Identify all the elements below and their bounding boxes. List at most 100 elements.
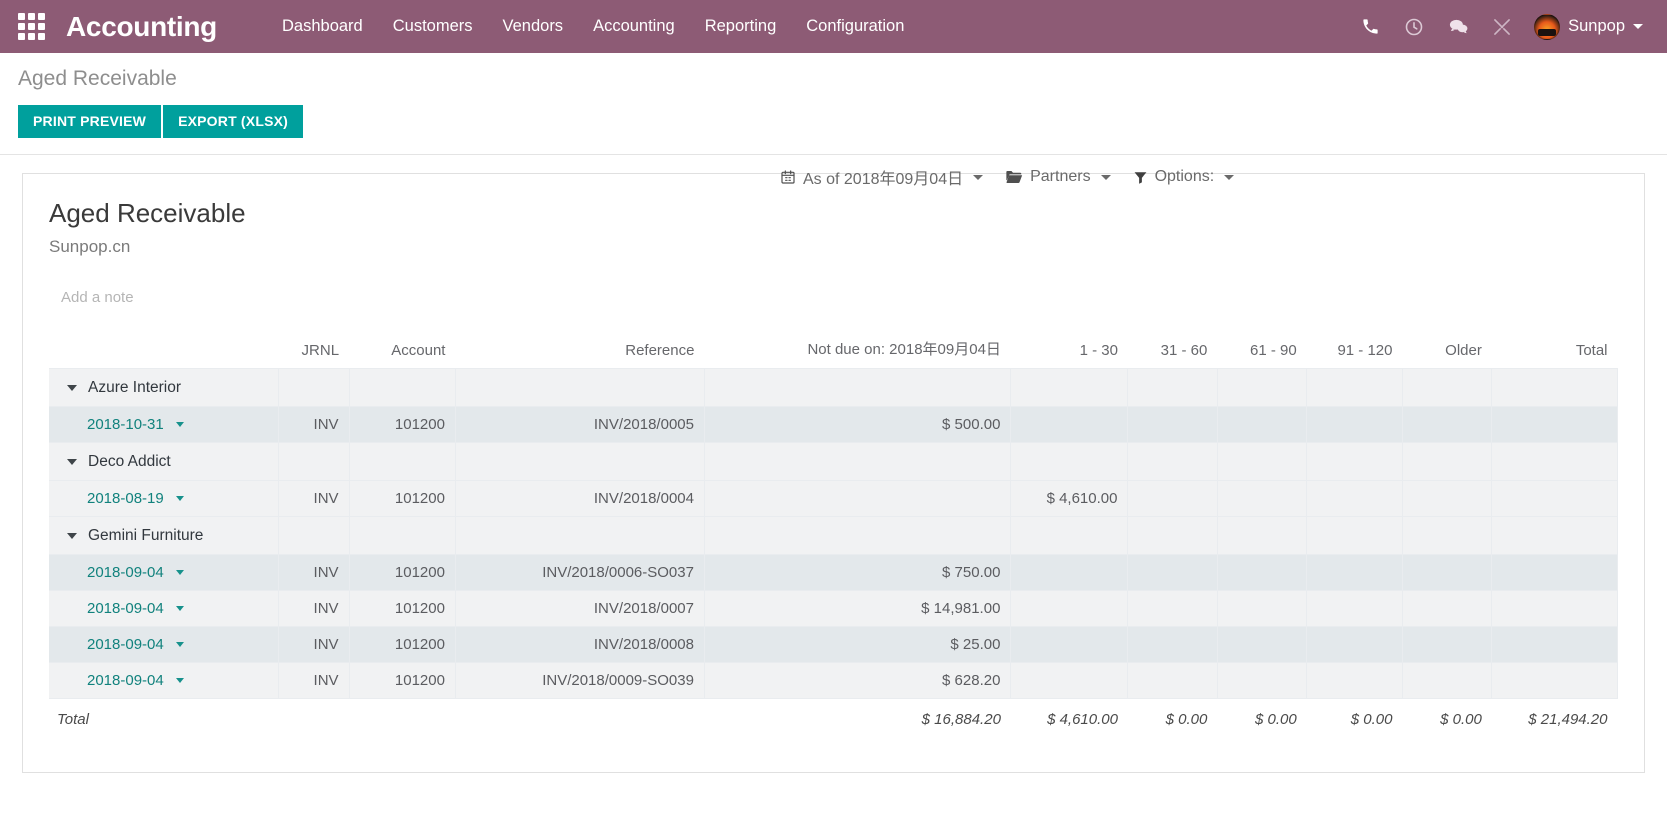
options-filter[interactable]: Options: [1133, 168, 1235, 186]
partners-filter[interactable]: Partners [1005, 168, 1111, 186]
total-label: Total [49, 698, 279, 739]
line-account-cell: 101200 [348, 590, 456, 628]
line-older-cell [1401, 554, 1493, 592]
table-row[interactable]: 2018-08-19 INV 101200 INV/2018/0004 $ 4,610.… [49, 480, 1618, 518]
line-61-90-cell [1216, 406, 1308, 444]
clock-icon[interactable] [1392, 7, 1436, 47]
partner-group-row[interactable]: Gemini Furniture [49, 516, 1618, 556]
menu-item-vendors[interactable]: Vendors [488, 11, 579, 42]
partner-group-reference-cell [454, 442, 705, 482]
navbar-right-tools: Sunpop [1348, 7, 1649, 47]
apps-grid-icon[interactable] [14, 10, 48, 44]
chevron-down-icon [1633, 24, 1643, 29]
partner-group-row[interactable]: Deco Addict [49, 442, 1618, 482]
line-jrnl-cell: INV [278, 626, 350, 664]
line-91-120-cell [1306, 662, 1403, 700]
date-filter[interactable]: As of 2018年09月04日 [780, 165, 984, 189]
line-reference-cell: INV/2018/0009-SO039 [454, 662, 705, 700]
caret-down-icon [175, 678, 184, 684]
folder-icon [1005, 169, 1023, 185]
caret-down-icon [175, 606, 184, 612]
table-row[interactable]: 2018-09-04 INV 101200 INV/2018/0007 $ 14,981… [49, 590, 1618, 628]
line-total-cell [1491, 626, 1618, 664]
line-61-90-cell [1216, 626, 1308, 664]
caret-down-icon [67, 385, 77, 392]
table-row[interactable]: 2018-10-31 INV 101200 INV/2018/0005 $ 500.00 [49, 406, 1618, 444]
app-brand-title[interactable]: Accounting [66, 11, 217, 43]
line-not-due-cell: $ 14,981.00 [703, 590, 1012, 628]
menu-item-reporting[interactable]: Reporting [690, 11, 792, 42]
partner-group-91-120-cell [1306, 442, 1403, 482]
partner-group-older-cell [1401, 442, 1493, 482]
partner-group-toggle[interactable]: Deco Addict [59, 453, 171, 471]
total-31-60: $ 0.00 [1127, 698, 1218, 739]
table-row[interactable]: 2018-09-04 INV 101200 INV/2018/0006-SO037 $ … [49, 554, 1618, 592]
partner-group-31-60-cell [1127, 368, 1218, 408]
total-older: $ 0.00 [1402, 698, 1492, 739]
control-panel-buttons-row: PRINT PREVIEW EXPORT (XLSX) [18, 105, 1649, 139]
move-line-date-link[interactable]: 2018-08-19 [59, 490, 184, 507]
user-name-label: Sunpop [1568, 17, 1625, 35]
report-company-name: Sunpop.cn [49, 237, 131, 257]
report-sheet-wrapper: Aged Receivable Sunpop.cn Add a note JRN… [0, 155, 1667, 774]
partner-group-not-due-cell [703, 442, 1012, 482]
breadcrumb[interactable]: Aged Receivable [18, 67, 1649, 91]
partner-group-not-due-cell [703, 368, 1012, 408]
user-menu[interactable]: Sunpop [1524, 13, 1649, 40]
line-date-cell[interactable]: 2018-08-19 [49, 480, 280, 518]
menu-item-customers[interactable]: Customers [378, 11, 488, 42]
calendar-icon [780, 169, 796, 185]
move-line-date-link[interactable]: 2018-09-04 [59, 600, 184, 617]
line-date-cell[interactable]: 2018-09-04 [49, 626, 280, 664]
partner-group-row[interactable]: Azure Interior [49, 368, 1618, 408]
chat-icon[interactable] [1436, 7, 1480, 47]
menu-item-accounting[interactable]: Accounting [578, 11, 690, 42]
menu-item-dashboard[interactable]: Dashboard [267, 11, 378, 42]
partner-group-name-cell[interactable]: Deco Addict [49, 442, 280, 482]
move-line-date-link[interactable]: 2018-10-31 [59, 416, 184, 433]
line-1-30-cell [1010, 590, 1129, 628]
move-line-date-link[interactable]: 2018-09-04 [59, 564, 184, 581]
caret-down-icon [67, 533, 77, 540]
move-line-date-link[interactable]: 2018-09-04 [59, 636, 184, 653]
line-date-cell[interactable]: 2018-09-04 [49, 590, 280, 628]
line-jrnl-cell: INV [278, 662, 350, 700]
caret-down-icon [175, 570, 184, 576]
partner-group-reference-cell [454, 516, 705, 556]
partner-group-toggle[interactable]: Azure Interior [59, 379, 181, 397]
partner-group-account-cell [348, 442, 456, 482]
chevron-down-icon [1224, 174, 1235, 180]
line-date-cell[interactable]: 2018-09-04 [49, 662, 280, 700]
move-line-date-label: 2018-09-04 [87, 564, 164, 582]
line-account-cell: 101200 [348, 662, 456, 700]
line-31-60-cell [1127, 662, 1218, 700]
export-xlsx-button[interactable]: EXPORT (XLSX) [163, 105, 304, 139]
line-total-cell [1491, 590, 1618, 628]
table-row[interactable]: 2018-09-04 INV 101200 INV/2018/0009-SO039 $ … [49, 662, 1618, 700]
total-jrnl [278, 698, 350, 739]
column-header-reference: Reference [625, 342, 695, 360]
line-date-cell[interactable]: 2018-10-31 [49, 406, 280, 444]
total-total: $ 21,494.20 [1491, 698, 1618, 739]
move-line-date-label: 2018-09-04 [87, 672, 164, 690]
move-line-date-link[interactable]: 2018-09-04 [59, 672, 184, 689]
partner-group-name-cell[interactable]: Azure Interior [49, 368, 280, 408]
partner-group-toggle[interactable]: Gemini Furniture [59, 527, 203, 545]
print-preview-button[interactable]: PRINT PREVIEW [18, 105, 162, 139]
partner-group-total-cell [1491, 442, 1618, 482]
line-31-60-cell [1127, 406, 1218, 444]
report-filters: As of 2018年09月04日 Partners Options: [780, 165, 1235, 189]
table-row[interactable]: 2018-09-04 INV 101200 INV/2018/0008 $ 25.00 [49, 626, 1618, 664]
line-total-cell [1491, 662, 1618, 700]
menu-item-configuration[interactable]: Configuration [791, 11, 919, 42]
partner-group-name-cell[interactable]: Gemini Furniture [49, 516, 280, 556]
line-reference-cell: INV/2018/0005 [454, 406, 705, 444]
phone-icon[interactable] [1348, 7, 1392, 47]
partner-group-1-30-cell [1010, 516, 1129, 556]
line-date-cell[interactable]: 2018-09-04 [49, 554, 280, 592]
tools-icon[interactable] [1480, 7, 1524, 47]
line-older-cell [1401, 626, 1493, 664]
partner-group-91-120-cell [1306, 516, 1403, 556]
add-note-field[interactable]: Add a note [61, 289, 1618, 306]
chevron-down-icon [1100, 174, 1111, 180]
